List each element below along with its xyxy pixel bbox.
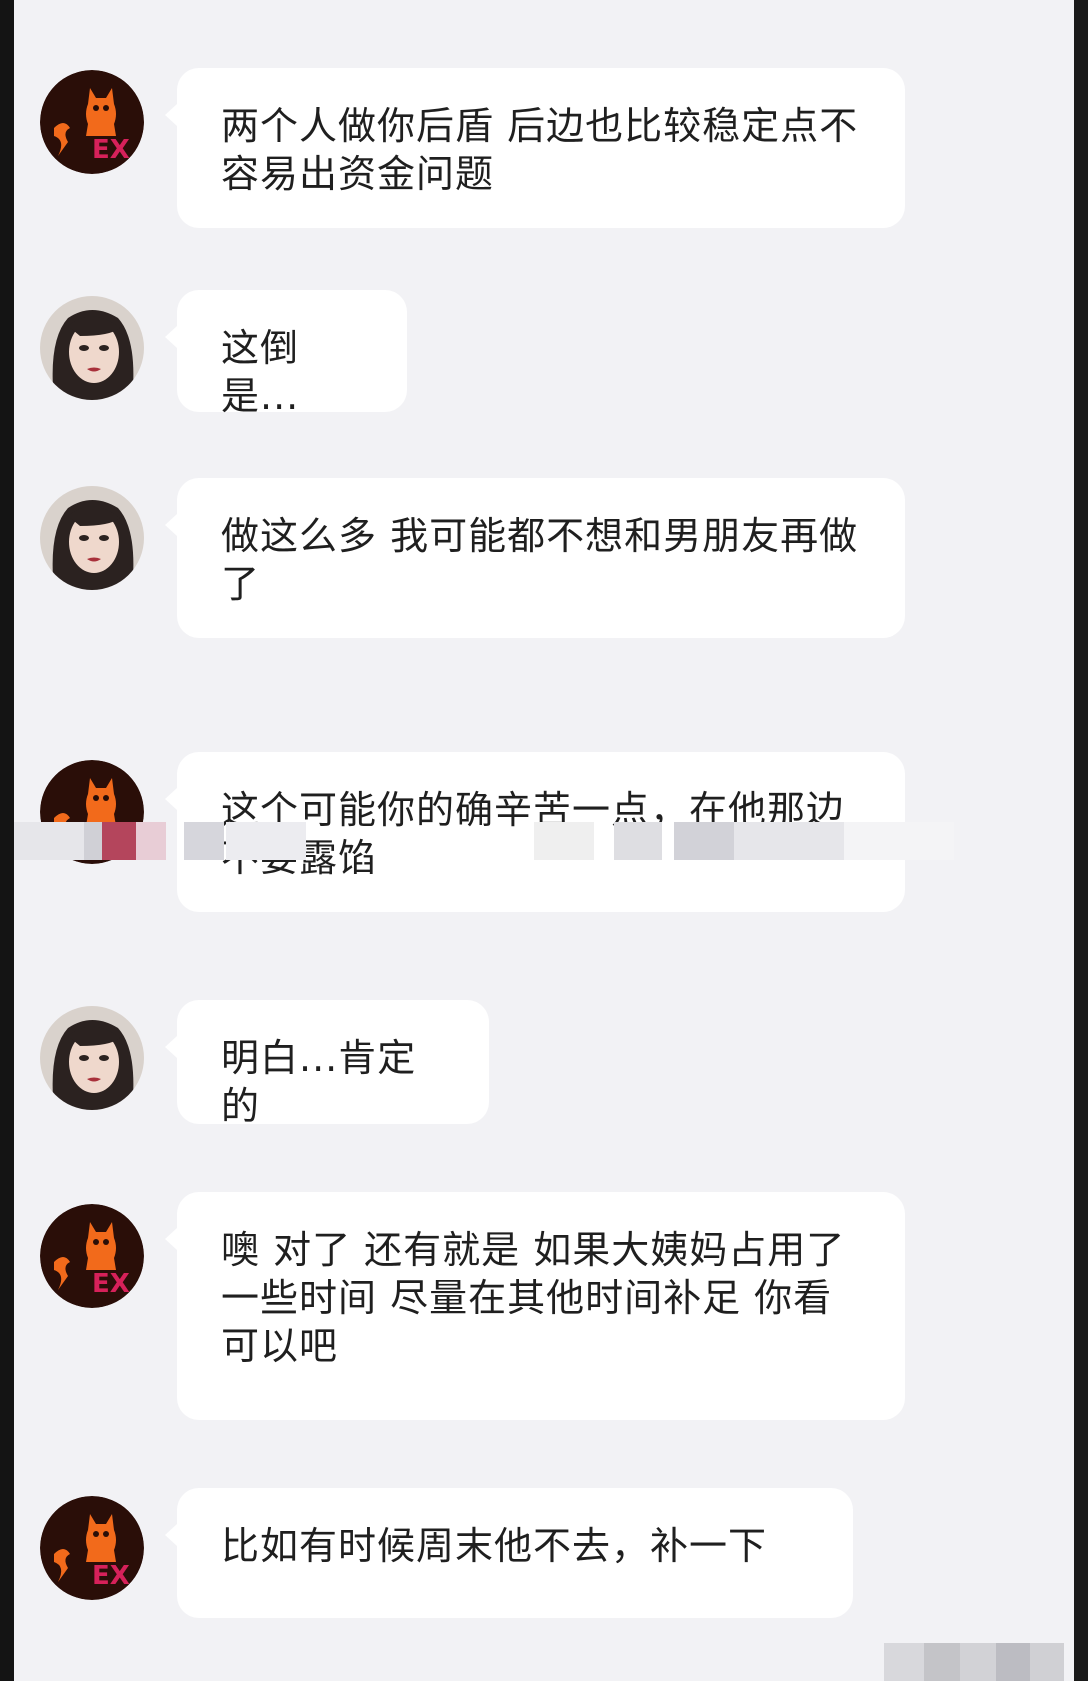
chat-panel: EX 两个人做你后盾 后边也比较稳定点不容易出资金问题 这倒是... 做这么多 …: [14, 0, 1074, 1681]
woman-portrait-icon[interactable]: [40, 296, 144, 400]
message-text: 明白...肯定的: [221, 1036, 417, 1128]
censor-blur-bar: [14, 822, 974, 860]
message-text: 这倒是...: [221, 326, 300, 418]
cat-ex-logo-icon[interactable]: EX: [40, 70, 144, 174]
svg-text:EX: EX: [92, 1269, 130, 1299]
cat-ex-logo-icon[interactable]: EX: [40, 1496, 144, 1600]
message-bubble[interactable]: 噢 对了 还有就是 如果大姨妈占用了一些时间 尽量在其他时间补足 你看可以吧: [165, 1192, 905, 1420]
message-bubble[interactable]: 这倒是...: [165, 290, 407, 418]
message-bubble[interactable]: 明白...肯定的: [165, 1000, 489, 1128]
woman-portrait-icon[interactable]: [40, 486, 144, 590]
svg-text:EX: EX: [92, 135, 130, 165]
message-text: 噢 对了 还有就是 如果大姨妈占用了一些时间 尽量在其他时间补足 你看可以吧: [221, 1228, 846, 1368]
message-bubble[interactable]: 比如有时候周末他不去，补一下: [165, 1488, 853, 1618]
edge-strip: [1074, 0, 1088, 1681]
svg-text:EX: EX: [92, 1561, 130, 1591]
corner-blur: [884, 1643, 1064, 1681]
message-text: 两个人做你后盾 后边也比较稳定点不容易出资金问题: [221, 104, 859, 196]
cat-ex-logo-icon[interactable]: EX: [40, 1204, 144, 1308]
message-bubble[interactable]: 做这么多 我可能都不想和男朋友再做了: [165, 478, 905, 638]
message-text: 做这么多 我可能都不想和男朋友再做了: [221, 514, 859, 606]
message-text: 比如有时候周末他不去，补一下: [221, 1524, 768, 1568]
message-bubble[interactable]: 两个人做你后盾 后边也比较稳定点不容易出资金问题: [165, 68, 905, 228]
woman-portrait-icon[interactable]: [40, 1006, 144, 1110]
